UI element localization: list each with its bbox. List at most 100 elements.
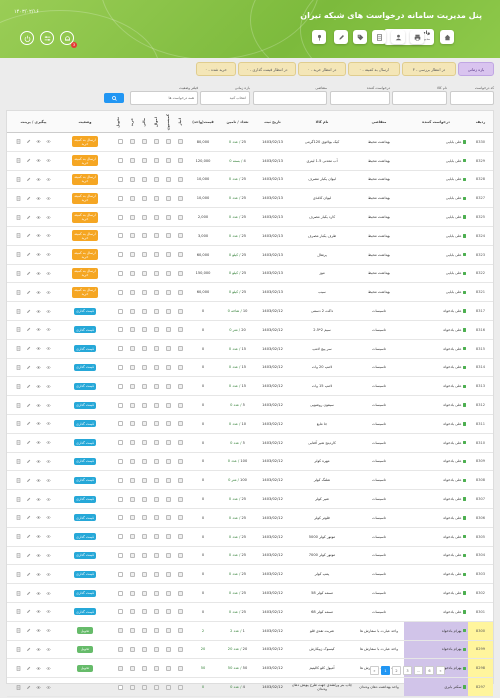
row-checkbox[interactable] (153, 214, 159, 220)
row-checkbox[interactable] (177, 233, 183, 239)
row-checkbox[interactable] (165, 346, 171, 352)
eye-icon[interactable] (36, 685, 41, 690)
status-badge[interactable]: قیمت گذاری (74, 363, 96, 372)
row-checkbox[interactable] (153, 139, 159, 145)
page-link[interactable]: » (370, 666, 379, 675)
pencil-icon[interactable] (26, 515, 31, 520)
view-icon[interactable] (46, 158, 51, 163)
table-row[interactable]: 8316 علی بادخواه تاسیسات سیم 2*2.5 1403/02/1… (7, 321, 493, 340)
page-link[interactable]: 2 (392, 666, 401, 675)
row-checkbox[interactable] (141, 214, 147, 220)
row-checkbox[interactable] (117, 571, 123, 577)
status-badge[interactable]: قیمت گذاری (74, 514, 96, 522)
row-checkbox[interactable] (117, 684, 123, 690)
row-checkbox[interactable] (177, 534, 183, 540)
row-checkbox[interactable] (141, 158, 147, 164)
view-icon[interactable] (46, 609, 51, 614)
eye-icon[interactable] (36, 365, 41, 370)
row-checkbox[interactable] (141, 327, 147, 333)
status-badge[interactable]: قیمت گذاری (74, 420, 96, 428)
tab-pending-purchase[interactable]: در انتظار خرید - ۰ (298, 62, 346, 76)
row-checkbox[interactable] (177, 421, 183, 427)
status-badge[interactable]: ارسال به کمیته خرید (72, 249, 98, 261)
row-checkbox[interactable] (165, 571, 171, 577)
pencil-icon[interactable] (26, 309, 31, 314)
row-checkbox[interactable] (141, 346, 147, 352)
view-icon[interactable] (46, 534, 51, 539)
view-icon[interactable] (46, 647, 51, 652)
row-checkbox[interactable] (117, 421, 123, 427)
row-checkbox[interactable] (177, 364, 183, 370)
row-checkbox[interactable] (153, 628, 159, 634)
eye-icon[interactable] (36, 403, 41, 408)
row-checkbox[interactable] (165, 590, 171, 596)
row-checkbox[interactable] (153, 609, 159, 615)
row-checkbox[interactable] (141, 289, 147, 295)
view-icon[interactable] (46, 215, 51, 220)
view-icon[interactable] (46, 196, 51, 201)
row-checkbox[interactable] (129, 289, 135, 295)
view-icon[interactable] (46, 252, 51, 257)
row-checkbox[interactable] (153, 477, 159, 483)
row-checkbox[interactable] (165, 440, 171, 446)
logout-button[interactable] (20, 31, 34, 45)
applicant-input[interactable] (253, 91, 327, 105)
row-checkbox[interactable] (165, 421, 171, 427)
tab-pending-review[interactable]: در انتظار بررسی - ۳ (402, 62, 456, 76)
table-row[interactable]: 8309 علی بادخواه تاسیسات مهره کولر 1403/02/1… (7, 453, 493, 472)
row-checkbox[interactable] (177, 270, 183, 276)
row-checkbox[interactable] (165, 402, 171, 408)
eye-icon[interactable] (36, 459, 41, 464)
row-checkbox[interactable] (177, 646, 183, 652)
eye-icon[interactable] (36, 271, 41, 276)
eye-icon[interactable] (36, 647, 41, 652)
status-badge[interactable]: قیمت گذاری (74, 401, 96, 409)
row-checkbox[interactable] (141, 233, 147, 239)
row-checkbox[interactable] (177, 402, 183, 408)
eye-icon[interactable] (36, 421, 41, 426)
row-checkbox[interactable] (177, 590, 183, 596)
eye-icon[interactable] (36, 215, 41, 220)
row-checkbox[interactable] (141, 383, 147, 389)
row-checkbox[interactable] (141, 308, 147, 314)
row-checkbox[interactable] (165, 515, 171, 521)
document-icon[interactable] (16, 421, 21, 427)
view-icon[interactable] (46, 271, 51, 276)
row-checkbox[interactable] (141, 552, 147, 558)
eye-icon[interactable] (36, 158, 41, 163)
row-checkbox[interactable] (129, 195, 135, 201)
row-checkbox[interactable] (153, 176, 159, 182)
document-icon[interactable] (16, 365, 21, 370)
pencil-icon[interactable] (26, 459, 31, 464)
table-row[interactable]: 8301 علی بادخواه تاسیسات تسمه کولر 68 1403/0… (7, 603, 493, 622)
table-row[interactable]: 8314 علی بادخواه تاسیسات لامپ 20 وات 1403/02… (7, 359, 493, 378)
view-icon[interactable] (46, 685, 51, 690)
row-checkbox[interactable] (117, 289, 123, 295)
document-icon[interactable] (16, 158, 21, 163)
row-checkbox[interactable] (177, 571, 183, 577)
row-checkbox[interactable] (177, 176, 183, 182)
view-icon[interactable] (46, 139, 51, 144)
eye-icon[interactable] (36, 177, 41, 182)
row-checkbox[interactable] (141, 590, 147, 596)
row-checkbox[interactable] (141, 364, 147, 370)
row-checkbox[interactable] (165, 289, 171, 295)
eye-icon[interactable] (36, 196, 41, 201)
status-badge[interactable]: ارسال به کمیته خرید (72, 211, 98, 223)
row-checkbox[interactable] (141, 421, 147, 427)
row-checkbox[interactable] (165, 665, 171, 671)
row-checkbox[interactable] (177, 158, 183, 164)
row-checkbox[interactable] (141, 176, 147, 182)
row-checkbox[interactable] (141, 684, 147, 690)
row-checkbox[interactable] (117, 158, 123, 164)
row-checkbox[interactable] (153, 289, 159, 295)
row-checkbox[interactable] (141, 252, 147, 258)
row-checkbox[interactable] (165, 364, 171, 370)
row-checkbox[interactable] (129, 590, 135, 596)
print-button[interactable] (410, 30, 424, 44)
document-icon[interactable] (16, 327, 21, 333)
table-row[interactable]: 8323 علی بابایی بهداشت محیط پرتقال 1403/02/1… (7, 246, 493, 265)
row-checkbox[interactable] (117, 346, 123, 352)
search-button[interactable] (104, 93, 124, 103)
status-badge[interactable]: قیمت گذاری (74, 608, 96, 616)
